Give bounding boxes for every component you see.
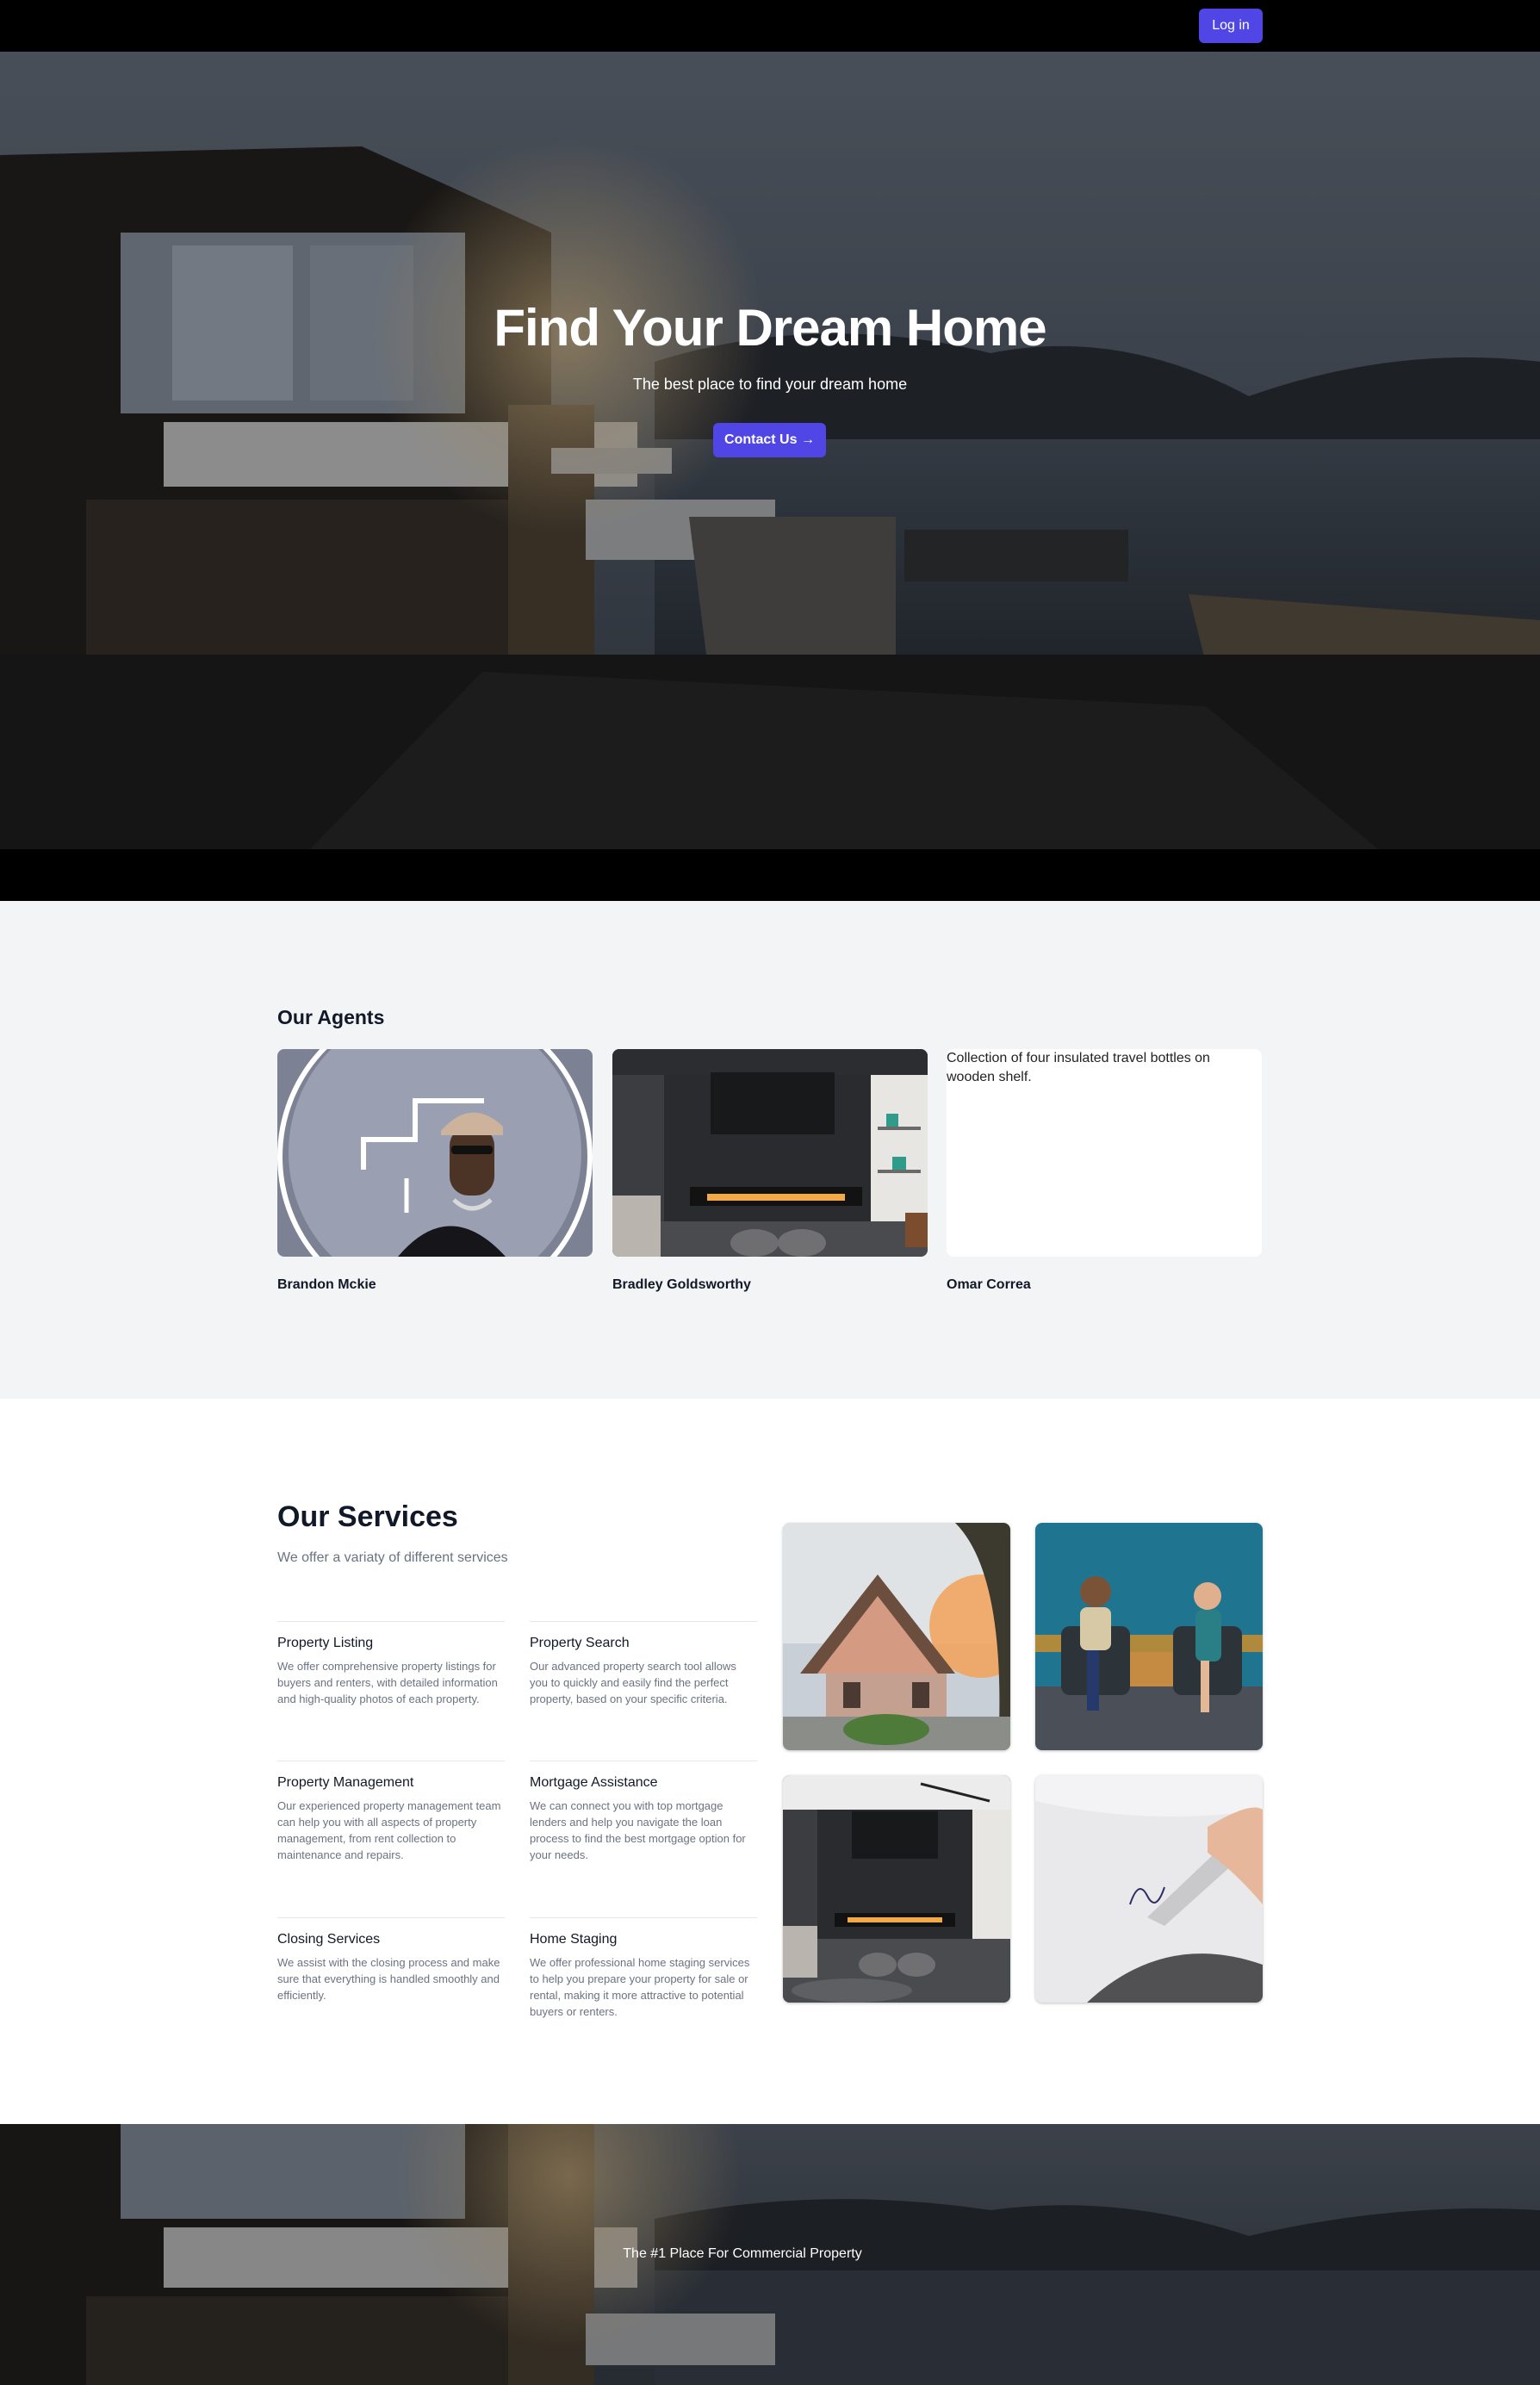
service-name: Home Staging [530, 1932, 618, 1947]
agent-name: Brandon Mckie [277, 1277, 376, 1292]
service-item: Closing Services We assist with the clos… [277, 1917, 505, 2003]
top-nav-bar: Log in [0, 0, 1540, 52]
service-name: Property Search [530, 1636, 630, 1650]
agent-card[interactable]: Collection of four insulated travel bott… [947, 1049, 1262, 1293]
footer-tagline: The #1 Place For Commercial Property [623, 2246, 862, 2261]
agents-title: Our Agents [277, 1006, 385, 1028]
hero-title: Find Your Dream Home [494, 299, 1046, 357]
service-description: We offer professional home staging servi… [530, 1956, 750, 2018]
agent-photo-broken: Collection of four insulated travel bott… [947, 1049, 1262, 1257]
service-name: Property Management [277, 1775, 414, 1790]
footer-banner: The #1 Place For Commercial Property [0, 2124, 1540, 2385]
image-alt-text: Collection of four insulated travel bott… [947, 1051, 1210, 1084]
agent-name: Bradley Goldsworthy [612, 1277, 751, 1292]
services-subtitle: We offer a variaty of different services [277, 1550, 508, 1565]
agent-photo [612, 1049, 928, 1257]
service-name: Mortgage Assistance [530, 1775, 658, 1790]
agent-card[interactable]: Bradley Goldsworthy [612, 1049, 928, 1293]
service-item: Property Search Our advanced property se… [530, 1621, 757, 1707]
service-image-meeting [1035, 1523, 1263, 1750]
service-item: Mortgage Assistance We can connect you w… [530, 1761, 757, 1863]
contact-us-button[interactable]: Contact Us → [713, 423, 826, 457]
services-title: Our Services [277, 1500, 458, 1533]
hero-bottom-band [0, 849, 1540, 901]
service-item: Property Listing We offer comprehensive … [277, 1621, 505, 1707]
service-image-living-room [783, 1775, 1010, 2003]
service-description: We can connect you with top mortgage len… [530, 1799, 746, 1861]
service-description: Our advanced property search tool allows… [530, 1660, 736, 1705]
hero-subtitle: The best place to find your dream home [632, 376, 908, 393]
service-name: Closing Services [277, 1932, 381, 1947]
agents-section: Our Agents Brandon Mckie Bradley Goldswo… [0, 901, 1540, 1399]
service-item: Property Management Our experienced prop… [277, 1761, 505, 1863]
service-item: Home Staging We offer professional home … [530, 1917, 757, 2020]
service-description: Our experienced property management team… [277, 1799, 501, 1861]
agent-name: Omar Correa [947, 1277, 1031, 1292]
service-name: Property Listing [277, 1636, 374, 1650]
service-description: We assist with the closing process and m… [277, 1956, 500, 2002]
agent-card[interactable]: Brandon Mckie [277, 1049, 593, 1293]
agent-photo [277, 1049, 593, 1257]
service-image-signature [1035, 1775, 1263, 2003]
service-image-house [783, 1523, 1010, 1750]
service-description: We offer comprehensive property listings… [277, 1660, 498, 1705]
login-button[interactable]: Log in [1199, 9, 1263, 43]
hero-section: Find Your Dream Home The best place to f… [0, 52, 1540, 849]
